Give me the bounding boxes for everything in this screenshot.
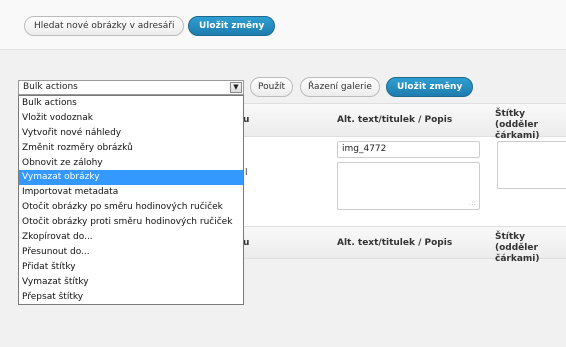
dropdown-option[interactable]: Obnovit ze zálohy <box>19 156 243 171</box>
dropdown-option[interactable]: Zkopírovat do... <box>19 230 243 245</box>
col-header-tags: Štítky (odděler čárkami) <box>495 109 566 142</box>
dropdown-option[interactable]: Vytvořit nové náhledy <box>19 126 243 141</box>
col-header-tags-line1: Štítky (odděler <box>495 109 538 130</box>
dropdown-option[interactable]: Otočit obrázky proti směru hodinových ru… <box>19 215 243 230</box>
col-footer-alt-text: Alt. text/titulek / Popis <box>337 238 453 248</box>
tags-textarea[interactable] <box>497 141 566 189</box>
col-footer-tags: Štítky (odděler čárkami) <box>495 232 566 265</box>
resize-grip-icon[interactable]: .:: <box>469 200 476 207</box>
col-header-alt-text: Alt. text/titulek / Popis <box>337 115 453 125</box>
bulk-actions-select-value: Bulk actions <box>23 82 78 92</box>
dropdown-option[interactable]: Změnit rozměry obrázků <box>19 141 243 156</box>
dropdown-option[interactable]: Přepsat štítky <box>19 290 243 305</box>
dropdown-option[interactable]: Vymazat štítky <box>19 275 243 290</box>
col-footer-tags-line2: čárkami) <box>495 254 540 264</box>
top-panel: Hledat nové obrázky v adresáři Uložit zm… <box>0 0 566 50</box>
dropdown-option[interactable]: Importovat metadata <box>19 185 243 200</box>
save-changes-button-top[interactable]: Uložit změny <box>188 16 276 36</box>
description-textarea[interactable]: .:: <box>337 162 480 210</box>
bulk-actions-dropdown-list[interactable]: Bulk actions Vložit vodoznak Vytvořit nové… <box>18 95 244 305</box>
dropdown-option[interactable]: Vložit vodoznak <box>19 111 243 126</box>
alt-text-input[interactable]: img_4772 <box>337 141 480 158</box>
dropdown-option[interactable]: Otočit obrázky po směru hodinových ručič… <box>19 200 243 215</box>
chevron-down-icon[interactable]: ▼ <box>230 82 242 93</box>
bulk-actions-select[interactable]: Bulk actions ▼ <box>18 80 244 95</box>
apply-button[interactable]: Použít <box>250 77 294 97</box>
scan-folder-button[interactable]: Hledat nové obrázky v adresáři <box>24 16 185 36</box>
dropdown-option[interactable]: Přidat štítky <box>19 260 243 275</box>
dropdown-option[interactable]: Vymazat obrázky <box>19 170 243 186</box>
sort-gallery-button[interactable]: Řazení galerie <box>300 77 380 97</box>
dropdown-option[interactable]: Bulk actions <box>19 96 243 111</box>
dropdown-option[interactable]: Přesunout do... <box>19 245 243 260</box>
row-partial-text: l <box>245 168 248 178</box>
save-changes-button[interactable]: Uložit změny <box>386 77 474 97</box>
col-footer-tags-line1: Štítky (odděler <box>495 232 538 253</box>
